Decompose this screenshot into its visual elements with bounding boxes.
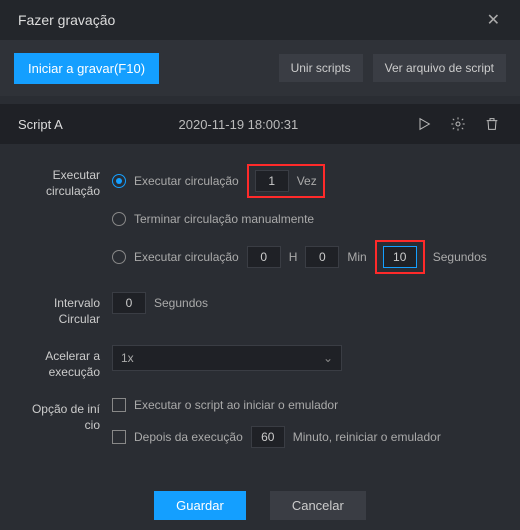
trash-icon[interactable] (482, 114, 502, 134)
loop-sec-unit: Segundos (433, 250, 487, 264)
chevron-down-icon: ⌄ (323, 351, 333, 365)
restart-minutes-input[interactable] (251, 426, 285, 448)
speed-select[interactable]: 1x ⌄ (112, 345, 342, 371)
cancel-button[interactable]: Cancelar (270, 491, 366, 520)
loop-opt3-radio[interactable] (112, 250, 126, 264)
loop-opt3-label: Executar circulação (134, 250, 239, 264)
loop-run-label: Executar circulação (18, 164, 100, 199)
loop-opt1-label: Executar circulação (134, 174, 239, 188)
loop-times-input[interactable] (255, 170, 289, 192)
startup-label: Opção de iní cio (18, 398, 100, 433)
highlight-times: Vez (247, 164, 325, 198)
loop-times-unit: Vez (297, 174, 317, 188)
interval-label: Intervalo Circular (18, 292, 100, 327)
loop-opt2-label: Terminar circulação manualmente (134, 212, 314, 226)
save-button[interactable]: Guardar (154, 491, 246, 520)
accelerate-label: Acelerar a execução (18, 345, 100, 380)
loop-opt1-radio[interactable] (112, 174, 126, 188)
script-name: Script A (18, 117, 63, 132)
start-record-button[interactable]: Iniciar a gravar(F10) (14, 53, 159, 84)
merge-scripts-button[interactable]: Unir scripts (279, 54, 363, 82)
startup-chk2-label: Depois da execução (134, 430, 243, 444)
startup-chk2[interactable] (112, 430, 126, 444)
gear-icon[interactable] (448, 114, 468, 134)
interval-unit: Segundos (154, 296, 208, 310)
startup-chk1[interactable] (112, 398, 126, 412)
script-timestamp: 2020-11-19 18:00:31 (77, 117, 400, 132)
play-icon[interactable] (414, 114, 434, 134)
loop-hours-input[interactable] (247, 246, 281, 268)
loop-min-unit: Min (347, 250, 366, 264)
script-row[interactable]: Script A 2020-11-19 18:00:31 (0, 96, 520, 144)
startup-chk1-label: Executar o script ao iniciar o emulador (134, 398, 338, 412)
loop-min-input[interactable] (305, 246, 339, 268)
interval-input[interactable] (112, 292, 146, 314)
highlight-seconds (375, 240, 425, 274)
loop-sec-input[interactable] (383, 246, 417, 268)
loop-opt2-radio[interactable] (112, 212, 126, 226)
startup-chk2-suffix: Minuto, reiniciar o emulador (293, 430, 441, 444)
window-title: Fazer gravação (18, 12, 115, 28)
speed-value: 1x (121, 351, 134, 365)
close-icon[interactable]: ✕ (481, 6, 506, 34)
view-script-file-button[interactable]: Ver arquivo de script (373, 54, 506, 82)
loop-hours-unit: H (289, 250, 298, 264)
